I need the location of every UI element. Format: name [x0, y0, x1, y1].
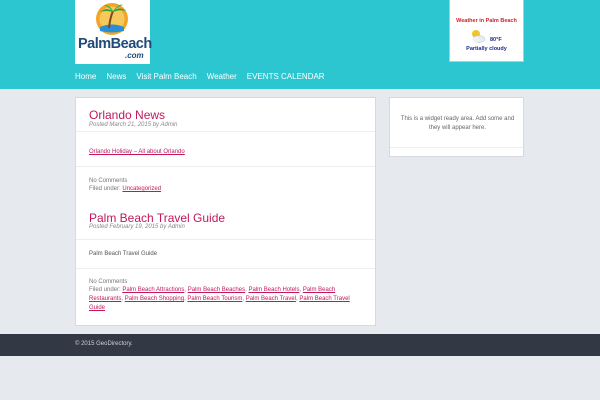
filed-under-label: Filed under: [89, 287, 121, 293]
site-logo[interactable]: PalmBeach .com [75, 0, 152, 64]
logo-domain: .com [125, 51, 144, 60]
post-comments[interactable]: No Comments [89, 178, 127, 184]
post-title-palm-beach-travel-guide[interactable]: Palm Beach Travel Guide [89, 211, 225, 225]
category-link[interactable]: Palm Beach Tourism [187, 296, 242, 302]
category-link[interactable]: Palm Beach Hotels [248, 287, 299, 293]
divider [76, 131, 375, 132]
nav-events-calendar[interactable]: EVENTS CALENDAR [247, 72, 325, 81]
post-meta: Posted March 21, 2015 by Admin [89, 122, 178, 128]
post-categories: Filed under: Palm Beach Attractions, Pal… [89, 287, 350, 311]
nav-news[interactable]: News [106, 72, 126, 81]
sidebar-widget-area: This is a widget ready area. Add some an… [389, 97, 524, 157]
post-excerpt: Palm Beach Travel Guide [89, 251, 158, 257]
filed-under-label: Filed under: [89, 186, 121, 192]
weather-condition: Partially cloudy [466, 46, 507, 52]
weather-title: Weather in Palm Beach [456, 18, 517, 24]
nav-visit-palm-beach[interactable]: Visit Palm Beach [136, 72, 196, 81]
category-link[interactable]: Uncategorized [122, 186, 161, 192]
widget-placeholder-text: This is a widget ready area. Add some an… [400, 116, 515, 131]
post-meta: Posted February 19, 2015 by Admin [89, 224, 185, 230]
site-footer: © 2015 GeoDirectory. [0, 334, 600, 356]
post-title-orlando-news[interactable]: Orlando News [89, 108, 165, 122]
site-header: PalmBeach .com Weather in Palm Beach 80°… [0, 0, 600, 89]
nav-home[interactable]: Home [75, 72, 96, 81]
post-excerpt: Orlando Holiday – All about Orlando [89, 149, 185, 155]
logo-text: PalmBeach [78, 36, 152, 52]
category-link[interactable]: Palm Beach Attractions [122, 287, 184, 293]
category-link[interactable]: Palm Beach Beaches [188, 287, 245, 293]
copyright-text: © 2015 GeoDirectory. [75, 341, 133, 347]
divider [76, 268, 375, 269]
divider [76, 166, 375, 167]
category-link[interactable]: Palm Beach Travel [246, 296, 296, 302]
divider [390, 147, 523, 148]
post-categories: Filed under: Uncategorized [89, 186, 161, 192]
nav-weather[interactable]: Weather [207, 72, 237, 81]
post-link-orlando-holiday[interactable]: Orlando Holiday – All about Orlando [89, 149, 185, 155]
partly-cloudy-icon [472, 30, 486, 43]
main-content: Orlando News Posted March 21, 2015 by Ad… [75, 97, 376, 326]
post-comments[interactable]: No Comments [89, 279, 127, 285]
category-link[interactable]: Palm Beach Shopping [125, 296, 184, 302]
main-nav: Home News Visit Palm Beach Weather EVENT… [75, 72, 335, 81]
divider [76, 239, 375, 240]
weather-widget[interactable]: Weather in Palm Beach 80°F Partially clo… [449, 0, 524, 62]
weather-temperature: 80°F [490, 37, 502, 43]
